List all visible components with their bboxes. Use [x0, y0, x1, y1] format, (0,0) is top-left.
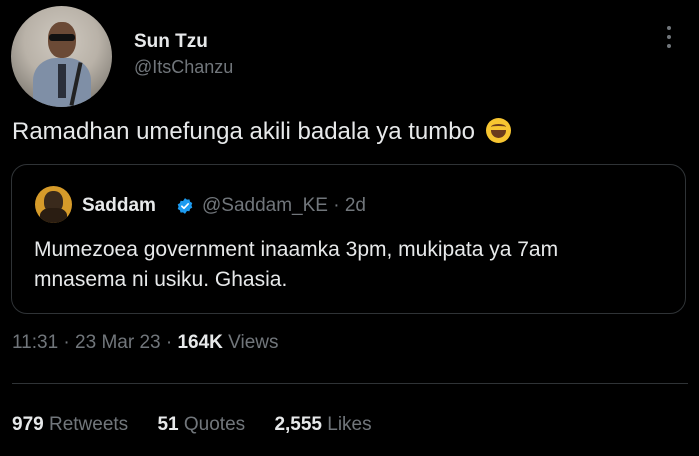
quoted-separator: · [333, 195, 340, 216]
retweets-stat[interactable]: 979 Retweets [12, 414, 133, 435]
views-label: Views [228, 332, 279, 353]
tweet-text: Ramadhan umefunga akili badala ya tumbo [12, 118, 511, 146]
likes-stat[interactable]: 2,555 Likes [274, 414, 371, 435]
retweets-count: 979 [12, 414, 44, 435]
views-count: 164K [177, 332, 223, 353]
more-dot [667, 44, 671, 48]
quoted-author-name[interactable]: Saddam [82, 195, 156, 217]
more-options-icon[interactable] [664, 26, 674, 48]
tweet-card: Sun Tzu @ItsChanzu Ramadhan umefunga aki… [0, 0, 699, 456]
grinning-sweat-emoji-icon [485, 118, 511, 143]
quoted-author-avatar[interactable] [35, 186, 72, 223]
verified-badge-icon [177, 198, 193, 214]
more-dot [667, 26, 671, 30]
tweet-meta: 11:31 · 23 Mar 23 · 164K Views [12, 332, 279, 354]
likes-count: 2,555 [274, 414, 322, 435]
divider [12, 383, 688, 384]
quotes-stat[interactable]: 51 Quotes [157, 414, 250, 435]
author-handle[interactable]: @ItsChanzu [134, 57, 233, 78]
quoted-author-handle[interactable]: @Saddam_KE [202, 195, 328, 216]
quotes-count: 51 [157, 414, 179, 435]
more-dot [667, 35, 671, 39]
author-display-name[interactable]: Sun Tzu [134, 31, 208, 53]
quoted-author-meta: @Saddam_KE · 2d [202, 195, 366, 217]
meta-separator: · [63, 332, 70, 353]
tweet-time[interactable]: 11:31 [12, 332, 58, 353]
meta-separator: · [165, 332, 173, 353]
engagement-stats: 979 Retweets 51 Quotes 2,555 Likes [12, 414, 396, 436]
quoted-time[interactable]: 2d [345, 195, 366, 216]
tweet-text-content: Ramadhan umefunga akili badala ya tumbo [12, 118, 475, 145]
quotes-label: Quotes [183, 414, 246, 435]
avatar-glasses [49, 34, 75, 41]
quoted-tweet[interactable]: Saddam @Saddam_KE · 2d Mumezoea governme… [11, 164, 686, 314]
author-avatar[interactable] [11, 6, 112, 107]
tweet-date[interactable]: 23 Mar 23 [75, 332, 161, 353]
avatar-tie [58, 64, 66, 98]
retweets-label: Retweets [48, 414, 129, 435]
likes-label: Likes [327, 414, 372, 435]
quoted-tweet-text: Mumezoea government inaamka 3pm, mukipat… [34, 238, 559, 291]
